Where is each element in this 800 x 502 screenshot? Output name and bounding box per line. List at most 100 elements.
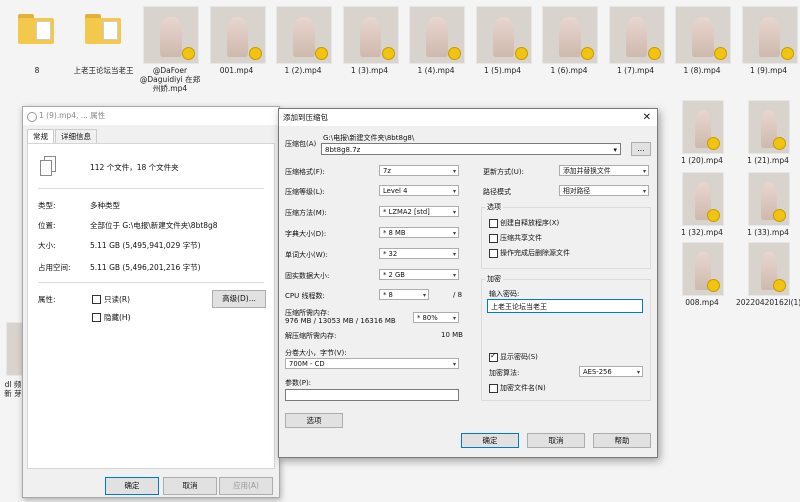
hidden-checkbox[interactable] — [92, 313, 101, 322]
apply-button[interactable]: 应用(A) — [219, 477, 273, 495]
decompress-memory-label: 解压缩所需内存: — [285, 332, 337, 340]
file-label: 1 (3).mp4 — [350, 66, 388, 75]
properties-panel: 112 个文件，18 个文件夹 类型: 多种类型 位置: 全部位于 G:\电报\… — [27, 143, 275, 469]
file-label: 001.mp4 — [219, 66, 254, 75]
file-label: 1 (21).mp4 — [747, 156, 789, 165]
dict-select[interactable]: * 8 MB ▾ — [379, 227, 459, 238]
hidden-label: 隐藏(H) — [104, 313, 131, 322]
password-input[interactable]: 上老王论坛当老王 — [487, 299, 643, 313]
format-select[interactable]: 7z ▾ — [379, 165, 459, 176]
split-select[interactable]: 700M - CD ▾ — [285, 358, 459, 369]
sfx-label: 创建自释放程序(X) — [500, 219, 560, 227]
location-label: 位置: — [38, 221, 56, 230]
file-label: 1 (20).mp4 — [681, 156, 723, 165]
video-thumbnail[interactable] — [675, 6, 731, 64]
ok-button[interactable]: 确定 — [105, 477, 159, 495]
video-thumbnail[interactable] — [143, 6, 199, 64]
delete-source-label: 操作完成后删除源文件 — [500, 249, 570, 257]
file-label: 1 (33).mp4 — [747, 228, 789, 237]
player-badge-icon — [707, 137, 720, 150]
file-label: @DaFoer @Daguidiyi 在郑州娇.mp4 — [139, 66, 201, 93]
properties-titlebar[interactable]: 1 (9).mp4, ... 属性 — [23, 107, 279, 125]
options-group-title: 选项 — [485, 202, 503, 212]
video-thumbnail[interactable] — [748, 172, 790, 226]
player-badge-icon — [707, 279, 720, 292]
player-badge-icon — [581, 47, 594, 60]
format-label: 压缩格式(F): — [285, 168, 325, 176]
options-button[interactable]: 选项 — [285, 413, 343, 428]
close-icon[interactable]: ✕ — [643, 109, 651, 126]
add-to-archive-dialog: 添加到压缩包 ✕ 压缩包(A) G:\电报\新建文件夹\8bt8g8\ 8bt8… — [278, 108, 658, 458]
type-label: 类型: — [38, 201, 56, 210]
level-select[interactable]: Level 4 ▾ — [379, 185, 459, 196]
archive-titlebar[interactable]: 添加到压缩包 ✕ — [279, 109, 657, 126]
type-value: 多种类型 — [90, 201, 120, 210]
delete-source-checkbox[interactable] — [489, 249, 498, 258]
video-thumbnail[interactable] — [209, 6, 266, 64]
show-password-checkbox[interactable] — [489, 351, 498, 362]
player-badge-icon — [381, 47, 395, 60]
file-label: 1 (9).mp4 — [749, 66, 787, 75]
file-label: 1 (5).mp4 — [483, 66, 521, 75]
file-label: 1 (4).mp4 — [417, 66, 455, 75]
video-thumbnail[interactable] — [741, 6, 798, 64]
file-label: 1 (6).mp4 — [550, 66, 588, 75]
video-thumbnail[interactable] — [608, 6, 665, 64]
video-thumbnail[interactable] — [682, 172, 724, 226]
archive-cancel-button[interactable]: 取消 — [527, 433, 585, 448]
player-badge-icon — [448, 47, 461, 60]
file-label: 1 (32).mp4 — [681, 228, 723, 237]
folder-icon[interactable] — [84, 14, 121, 44]
cpu-select[interactable]: * 8 ▾ — [379, 289, 429, 300]
solid-select[interactable]: * 2 GB ▾ — [379, 269, 459, 280]
cancel-button[interactable]: 取消 — [163, 477, 217, 495]
properties-dialog: 1 (9).mp4, ... 属性 常规 详细信息 112 个文件，18 个文件夹… — [22, 106, 280, 498]
tab-general[interactable]: 常规 — [27, 129, 54, 143]
file-label: dl 频 新 芽 — [4, 380, 22, 398]
archive-path: G:\电报\新建文件夹\8bt8g8\ — [323, 134, 415, 142]
decompress-memory-value: 10 MB — [441, 331, 463, 339]
archive-title: 添加到压缩包 — [283, 113, 328, 122]
video-thumbnail[interactable] — [682, 100, 724, 154]
archive-help-button[interactable]: 帮助 — [593, 433, 651, 448]
path-mode-select[interactable]: 相对路径 ▾ — [559, 185, 649, 196]
video-thumbnail[interactable] — [682, 242, 724, 296]
memory-percent-select[interactable]: * 80% ▾ — [413, 312, 459, 323]
encryption-method-select[interactable]: AES-256 ▾ — [579, 366, 643, 377]
properties-title: 1 (9).mp4, ... 属性 — [39, 111, 106, 120]
word-label: 单词大小(W): — [285, 251, 328, 259]
player-badge-icon — [773, 137, 786, 150]
encrypt-names-checkbox[interactable] — [489, 384, 498, 393]
split-label: 分卷大小，字节(V): — [285, 349, 347, 357]
method-select[interactable]: * LZMA2 [std] ▾ — [379, 206, 459, 217]
archive-name-input[interactable]: 8bt8g8.7z ▾ — [321, 143, 621, 155]
word-select[interactable]: * 32 ▾ — [379, 248, 459, 259]
folder-icon[interactable] — [18, 14, 54, 44]
chevron-down-icon[interactable]: ▾ — [613, 144, 617, 156]
player-badge-icon — [514, 47, 528, 60]
file-label: 20220420162l(1).mp4 — [736, 298, 800, 307]
archive-label: 压缩包(A) — [285, 140, 317, 148]
advanced-button[interactable]: 高级(D)... — [212, 290, 266, 308]
shared-checkbox[interactable] — [489, 234, 498, 243]
solid-label: 固实数据大小: — [285, 272, 330, 280]
video-thumbnail[interactable] — [409, 6, 465, 64]
video-thumbnail[interactable] — [276, 6, 332, 64]
tab-details[interactable]: 详细信息 — [55, 129, 97, 143]
update-select[interactable]: 添加并替换文件 ▾ — [559, 165, 649, 176]
show-password-label: 显示密码(S) — [500, 353, 538, 361]
video-thumbnail[interactable] — [475, 6, 532, 64]
params-input[interactable] — [285, 389, 459, 401]
video-thumbnail[interactable] — [342, 6, 399, 64]
video-thumbnail[interactable] — [542, 6, 598, 64]
readonly-checkbox[interactable] — [92, 295, 101, 304]
video-thumbnail[interactable] — [748, 242, 790, 296]
video-thumbnail[interactable] — [748, 100, 790, 154]
level-label: 压缩等级(L): — [285, 188, 325, 196]
browse-button[interactable]: ... — [631, 142, 651, 156]
archive-ok-button[interactable]: 确定 — [461, 433, 519, 448]
memory-detail: 976 MB / 13053 MB / 16316 MB — [285, 317, 396, 325]
file-label: 上老王论坛当老王 — [73, 66, 134, 75]
sfx-checkbox[interactable] — [489, 219, 498, 228]
readonly-label: 只读(R) — [104, 295, 131, 304]
